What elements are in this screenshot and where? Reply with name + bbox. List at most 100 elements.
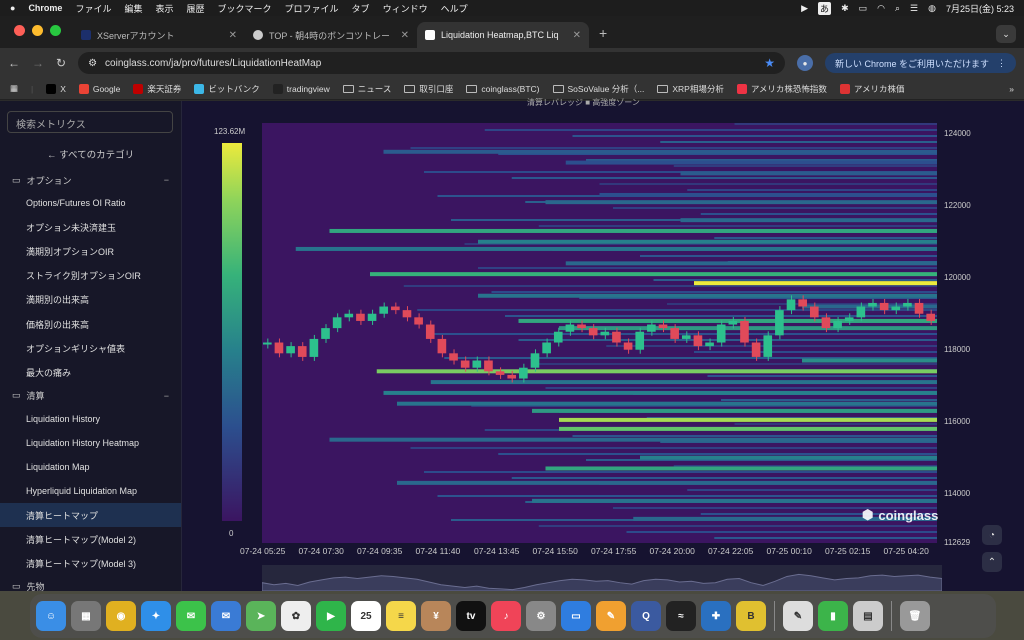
mail-app-icon[interactable]: ✉ bbox=[211, 601, 241, 631]
photos-app-icon[interactable]: ✿ bbox=[281, 601, 311, 631]
reload-icon[interactable]: ↻ bbox=[56, 56, 66, 70]
chrome-update-button[interactable]: 新しい Chrome をご利用いただけます ⋮ bbox=[824, 53, 1016, 73]
profile-avatar[interactable]: ● bbox=[796, 55, 813, 71]
range-navigator[interactable] bbox=[261, 565, 943, 592]
sidebar-item[interactable]: 清算ヒートマップ bbox=[0, 503, 181, 528]
bookmark-item[interactable]: アメリカ株価 bbox=[839, 83, 905, 95]
bookmark-item[interactable]: X bbox=[46, 83, 66, 95]
close-tab-icon[interactable]: ✕ bbox=[229, 30, 237, 41]
sidebar-item[interactable]: 満期別オプションOIR bbox=[0, 239, 181, 263]
textedit-app-icon[interactable]: ✎ bbox=[783, 601, 813, 631]
metatrader-app-icon[interactable]: ✚ bbox=[701, 601, 731, 631]
bookmark-item[interactable]: XRP相場分析 bbox=[657, 83, 724, 95]
metrics-search-input[interactable]: 検索メトリクス bbox=[7, 111, 173, 133]
forward-arrow-icon[interactable]: → bbox=[32, 56, 44, 70]
close-tab-icon[interactable]: ✕ bbox=[401, 30, 409, 41]
apps-grid-icon[interactable]: ▦ bbox=[10, 83, 18, 94]
settings-app-icon[interactable]: ⚙ bbox=[526, 601, 556, 631]
tab-coinglass[interactable]: Liquidation Heatmap,BTC Liq ✕ bbox=[417, 22, 589, 48]
sidebar-item[interactable]: 価格別の出来高 bbox=[0, 312, 181, 336]
section-options[interactable]: ▭ オプション − bbox=[0, 169, 181, 191]
notes-app-icon[interactable]: ≡ bbox=[386, 601, 416, 631]
menu-file[interactable]: ファイル bbox=[75, 2, 111, 15]
appletv-app-icon[interactable]: tv bbox=[456, 601, 486, 631]
app-menu[interactable]: Chrome bbox=[28, 3, 62, 13]
clock[interactable]: 7月25日(金) 5:23 bbox=[946, 2, 1014, 15]
chrome-app-icon[interactable]: ◉ bbox=[106, 601, 136, 631]
launchpad-app-icon[interactable]: ▦ bbox=[71, 601, 101, 631]
facetime-app-icon[interactable]: ▶ bbox=[316, 601, 346, 631]
bluetooth-icon[interactable]: ✱ bbox=[841, 3, 849, 14]
ime-indicator[interactable]: あ bbox=[818, 1, 832, 15]
wifi-icon[interactable]: ◠ bbox=[877, 3, 885, 14]
sidebar-item[interactable]: Liquidation History bbox=[0, 407, 181, 431]
maps-app-icon[interactable]: ➤ bbox=[246, 601, 276, 631]
safari-app-icon[interactable]: ✦ bbox=[141, 601, 171, 631]
tab-xserver[interactable]: XServerアカウント ✕ bbox=[73, 22, 245, 48]
all-categories-link[interactable]: ← すべてのカテゴリ bbox=[0, 141, 181, 169]
numbers-app-icon[interactable]: ▮ bbox=[818, 601, 848, 631]
new-tab-icon[interactable]: + bbox=[589, 25, 617, 48]
tab-search-chevron-icon[interactable]: ⌄ bbox=[996, 25, 1016, 43]
bookmark-item[interactable]: アメリカ株恐怖指数 bbox=[736, 83, 827, 95]
pages-app-icon[interactable]: ✎ bbox=[596, 601, 626, 631]
sidebar-item[interactable]: Liquidation History Heatmap bbox=[0, 431, 181, 455]
bookmark-item[interactable]: Google bbox=[78, 83, 120, 95]
sidebar-item[interactable]: オプション未決済建玉 bbox=[0, 215, 181, 239]
messages-app-icon[interactable]: ✉ bbox=[176, 601, 206, 631]
zoom-window-button[interactable] bbox=[50, 25, 61, 36]
sidebar-item[interactable]: Hyperliquid Liquidation Map bbox=[0, 479, 181, 503]
finder-app-icon[interactable]: ☺ bbox=[36, 601, 66, 631]
menu-history[interactable]: 履歴 bbox=[187, 2, 205, 15]
menu-view[interactable]: 表示 bbox=[155, 2, 173, 15]
apple-menu-icon[interactable]: ● bbox=[10, 3, 15, 13]
collapse-icon[interactable]: − bbox=[164, 175, 169, 185]
scroll-top-button[interactable]: ⌃ bbox=[982, 552, 1002, 572]
keynote-app-icon[interactable]: ▭ bbox=[561, 601, 591, 631]
heatmap-plot-area[interactable] bbox=[262, 123, 937, 543]
site-info-icon[interactable]: ⚙ bbox=[88, 58, 97, 69]
bookmark-item[interactable]: ビットバンク bbox=[194, 83, 260, 95]
more-menu-icon[interactable]: ⋮ bbox=[997, 58, 1006, 69]
section-futures[interactable]: ▭ 先物 bbox=[0, 576, 181, 591]
sidebar-item[interactable]: 清算ヒートマップ(Model 3) bbox=[0, 552, 181, 576]
back-arrow-icon[interactable]: ← bbox=[8, 56, 20, 70]
menu-tab[interactable]: タブ bbox=[352, 2, 370, 15]
menu-profiles[interactable]: プロファイル bbox=[285, 2, 339, 15]
close-window-button[interactable] bbox=[14, 25, 25, 36]
bookmark-item[interactable]: ニュース bbox=[342, 83, 391, 95]
more-bookmarks-icon[interactable]: » bbox=[1009, 84, 1014, 94]
sidebar-item[interactable]: 最大の痛み bbox=[0, 360, 181, 384]
bookmark-star-icon[interactable]: ★ bbox=[764, 56, 775, 70]
search-icon[interactable]: ⌕ bbox=[895, 3, 900, 14]
stocks-app-icon[interactable]: ≈ bbox=[666, 601, 696, 631]
menu-edit[interactable]: 編集 bbox=[124, 2, 142, 15]
address-bar[interactable]: ⚙ coinglass.com/ja/pro/futures/Liquidati… bbox=[78, 52, 785, 74]
siri-icon[interactable]: ◍ bbox=[928, 3, 936, 14]
sidebar-item[interactable]: ストライク別オプションOIR bbox=[0, 264, 181, 288]
quicktime-app-icon[interactable]: Q bbox=[631, 601, 661, 631]
minimize-window-button[interactable] bbox=[32, 25, 43, 36]
sidebar-item[interactable]: オプションギリシャ値表 bbox=[0, 336, 181, 360]
section-liquidation[interactable]: ▭ 清算 − bbox=[0, 385, 181, 407]
preview-app-icon[interactable]: ▤ bbox=[853, 601, 883, 631]
trash-app-icon[interactable]: 🗑 bbox=[900, 601, 930, 631]
bookmark-item[interactable]: tradingview bbox=[272, 83, 330, 95]
calendar-app-icon[interactable]: 25 bbox=[351, 601, 381, 631]
play-icon[interactable]: ▶ bbox=[801, 3, 808, 14]
control-center-icon[interactable]: ☰ bbox=[910, 3, 918, 14]
screenshot-button[interactable]: ◔ bbox=[982, 525, 1002, 545]
sidebar-item[interactable]: 清算ヒートマップ(Model 2) bbox=[0, 527, 181, 551]
sidebar-item[interactable]: Options/Futures OI Ratio bbox=[0, 191, 181, 215]
sidebar-item[interactable]: 満期別の出来高 bbox=[0, 288, 181, 312]
music-app-icon[interactable]: ♪ bbox=[491, 601, 521, 631]
bitcoin-app-icon[interactable]: B bbox=[736, 601, 766, 631]
bookmark-item[interactable]: coinglass(BTC) bbox=[466, 83, 540, 95]
bookmark-item[interactable]: 取引口座 bbox=[404, 83, 453, 95]
close-tab-icon[interactable]: ✕ bbox=[573, 30, 581, 41]
cash-app-icon[interactable]: ¥ bbox=[421, 601, 451, 631]
menu-window[interactable]: ウィンドウ bbox=[383, 2, 428, 15]
battery-icon[interactable]: ▭ bbox=[859, 3, 868, 14]
menu-help[interactable]: ヘルプ bbox=[441, 2, 468, 15]
tab-wordpress[interactable]: TOP - 朝4時のボンコツトレーダー ✕ bbox=[245, 22, 417, 48]
